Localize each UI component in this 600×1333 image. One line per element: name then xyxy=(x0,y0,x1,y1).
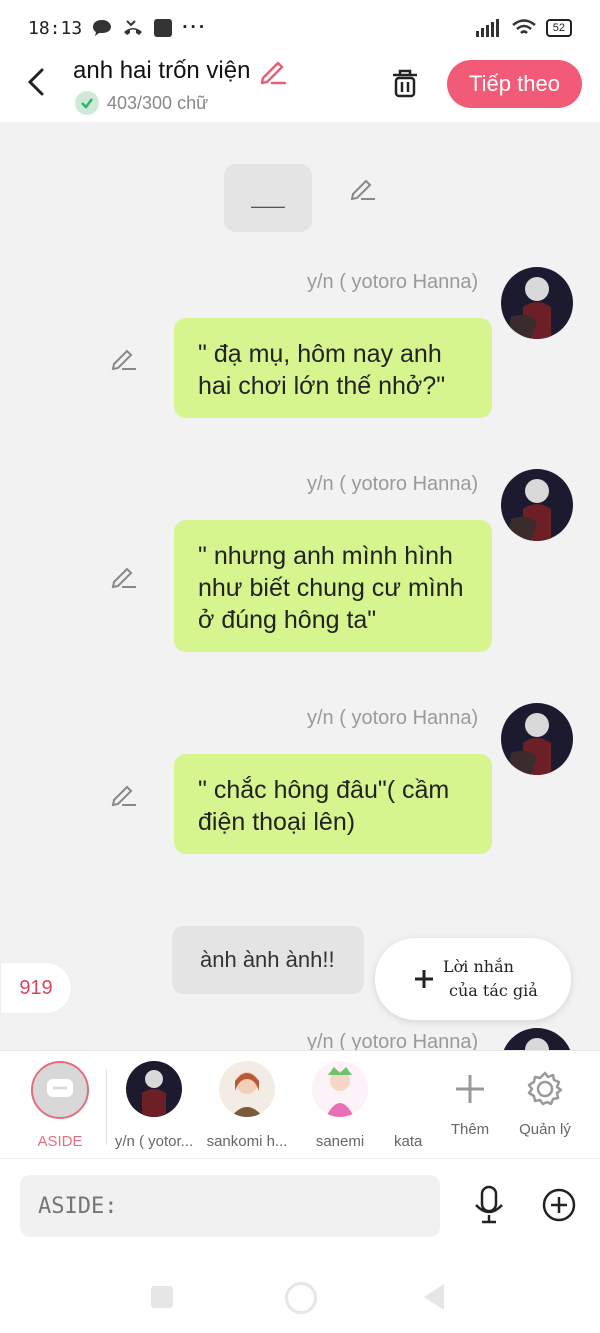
wifi-icon xyxy=(511,19,536,34)
speaker-name: y/n ( yotoro Hanna) xyxy=(307,1031,479,1050)
missed-call-icon xyxy=(124,20,143,35)
character-sanemi[interactable]: sanemi xyxy=(292,1061,388,1150)
character-avatar[interactable] xyxy=(501,267,573,339)
trash-icon[interactable] xyxy=(388,66,422,100)
author-note-line2: của tác giả xyxy=(449,981,538,1000)
character-label: ASIDE xyxy=(37,1133,83,1150)
composer xyxy=(0,1158,600,1258)
avatar xyxy=(126,1061,182,1117)
gear-icon xyxy=(527,1071,563,1106)
avatar xyxy=(408,1061,422,1117)
character-label: sankomi h... xyxy=(206,1133,288,1150)
avatar xyxy=(312,1061,368,1117)
character-aside[interactable]: ASIDE xyxy=(12,1061,108,1150)
word-count: 403/300 chữ xyxy=(107,92,209,113)
home-icon[interactable] xyxy=(285,1282,317,1314)
character-selector: ASIDE y/n ( yotor... sankomi h... sanemi… xyxy=(0,1050,600,1158)
character-label: kata xyxy=(394,1133,422,1150)
story-title: anh hai trốn viện xyxy=(73,57,251,84)
manage-characters-button[interactable]: Quản lý xyxy=(497,1061,593,1138)
character-avatar[interactable] xyxy=(501,1028,573,1050)
speaker-name: y/n ( yotoro Hanna) xyxy=(307,271,479,293)
add-circle-icon[interactable] xyxy=(541,1187,577,1223)
plus-icon xyxy=(456,1075,484,1103)
back-nav-icon[interactable] xyxy=(424,1284,444,1310)
speaker-name: y/n ( yotoro Hanna) xyxy=(307,473,479,495)
character-avatar[interactable] xyxy=(501,469,573,541)
chat-icon xyxy=(93,20,112,36)
app-bar: anh hai trốn viện 403/300 chữ Tiếp theo xyxy=(0,56,600,122)
speaker-name: y/n ( yotoro Hanna) xyxy=(307,707,479,729)
word-count-row: 403/300 chữ xyxy=(75,91,208,115)
author-note-line1: Lời nhắn xyxy=(443,957,514,976)
app-icon xyxy=(154,19,173,37)
dialog-bubble[interactable]: " đạ mụ, hôm nay anh hai chơi lớn thế nh… xyxy=(174,318,492,418)
status-notification-icons: ··· xyxy=(92,17,207,39)
edit-pencil-icon[interactable] xyxy=(349,174,377,202)
message-count-badge[interactable]: 919 xyxy=(0,962,72,1014)
author-note-button[interactable]: Lời nhắn của tác giả xyxy=(375,938,571,1020)
character-kata[interactable]: kata xyxy=(384,1061,422,1150)
placeholder-message[interactable]: ___ xyxy=(224,164,312,232)
character-yn[interactable]: y/n ( yotor... xyxy=(106,1061,202,1150)
system-nav-bar xyxy=(0,1258,600,1333)
character-label: sanemi xyxy=(315,1133,365,1150)
character-sankomi[interactable]: sankomi h... xyxy=(199,1061,295,1150)
more-dots-icon: ··· xyxy=(182,17,208,38)
character-label: y/n ( yotor... xyxy=(114,1133,194,1150)
chat-area[interactable]: ___ y/n ( yotoro Hanna) " đạ mụ, hôm nay… xyxy=(0,122,600,1050)
check-circle-icon xyxy=(75,91,99,115)
message-input[interactable] xyxy=(20,1175,440,1237)
aside-avatar xyxy=(31,1061,89,1119)
microphone-icon[interactable] xyxy=(472,1185,506,1225)
plus-icon xyxy=(415,970,433,988)
edit-pencil-icon[interactable] xyxy=(110,344,138,372)
status-time: 18:13 xyxy=(28,17,83,39)
recent-apps-icon[interactable] xyxy=(151,1286,173,1308)
edit-pencil-icon[interactable] xyxy=(110,780,138,808)
narration-bubble[interactable]: ành ành ành!! xyxy=(172,926,364,994)
message-icon xyxy=(47,1079,73,1097)
edit-title-pencil-icon[interactable] xyxy=(258,56,288,86)
status-bar: 18:13 ··· 52 xyxy=(0,0,600,56)
dialog-bubble[interactable]: " chắc hông đâu"( cầm điện thoại lên) xyxy=(174,754,492,854)
signal-icon xyxy=(475,19,499,37)
character-label: Quản lý xyxy=(519,1121,571,1138)
character-avatar[interactable] xyxy=(501,703,573,775)
battery-icon: 52 xyxy=(545,19,572,37)
dialog-bubble[interactable]: " nhưng anh mình hình như biết chung cư … xyxy=(174,520,492,652)
back-arrow-icon[interactable] xyxy=(24,66,52,98)
next-button[interactable]: Tiếp theo xyxy=(447,60,582,108)
edit-pencil-icon[interactable] xyxy=(110,562,138,590)
avatar xyxy=(219,1061,275,1117)
story-title-row[interactable]: anh hai trốn viện xyxy=(73,56,288,86)
